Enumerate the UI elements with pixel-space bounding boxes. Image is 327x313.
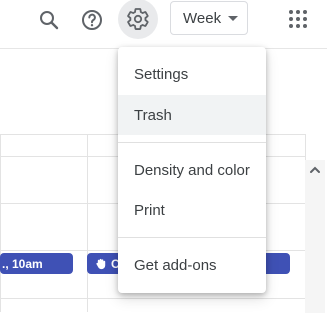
settings-button[interactable] — [118, 0, 158, 39]
calendar-event[interactable]: ., 10am — [0, 253, 73, 274]
menu-item-label: Settings — [134, 65, 189, 83]
menu-item-label: Get add-ons — [134, 256, 217, 274]
menu-divider — [118, 142, 266, 143]
help-icon — [82, 10, 102, 30]
menu-item-trash[interactable]: Trash — [118, 95, 266, 135]
settings-gear-icon — [127, 8, 149, 30]
menu-item-print[interactable]: Print — [118, 190, 266, 230]
grid-hour-line — [0, 298, 305, 299]
menu-item-label: Trash — [134, 106, 172, 124]
hand-icon — [96, 258, 106, 270]
menu-divider — [118, 237, 266, 238]
view-selector-dropdown[interactable]: Week — [170, 1, 248, 35]
view-selector-label: Week — [183, 9, 222, 27]
caret-down-icon — [228, 16, 238, 21]
calendar-header: Week — [0, 0, 327, 44]
scrollbar-track[interactable] — [305, 160, 325, 313]
menu-item-label: Print — [134, 201, 165, 219]
search-icon — [40, 11, 59, 30]
grid-day-divider — [87, 134, 88, 312]
apps-button[interactable] — [289, 10, 307, 28]
menu-item-get-add-ons[interactable]: Get add-ons — [118, 245, 266, 285]
settings-menu: Settings Trash Density and color Print G… — [118, 47, 266, 293]
menu-item-settings[interactable]: Settings — [118, 54, 266, 94]
grid-day-divider — [0, 134, 1, 312]
help-button[interactable] — [72, 0, 112, 40]
apps-grid-icon — [289, 10, 307, 28]
search-button[interactable] — [29, 0, 69, 40]
menu-item-label: Density and color — [134, 161, 250, 179]
scroll-up-icon[interactable] — [308, 163, 322, 177]
event-label: ., 10am — [2, 256, 43, 271]
menu-item-density-and-color[interactable]: Density and color — [118, 150, 266, 190]
